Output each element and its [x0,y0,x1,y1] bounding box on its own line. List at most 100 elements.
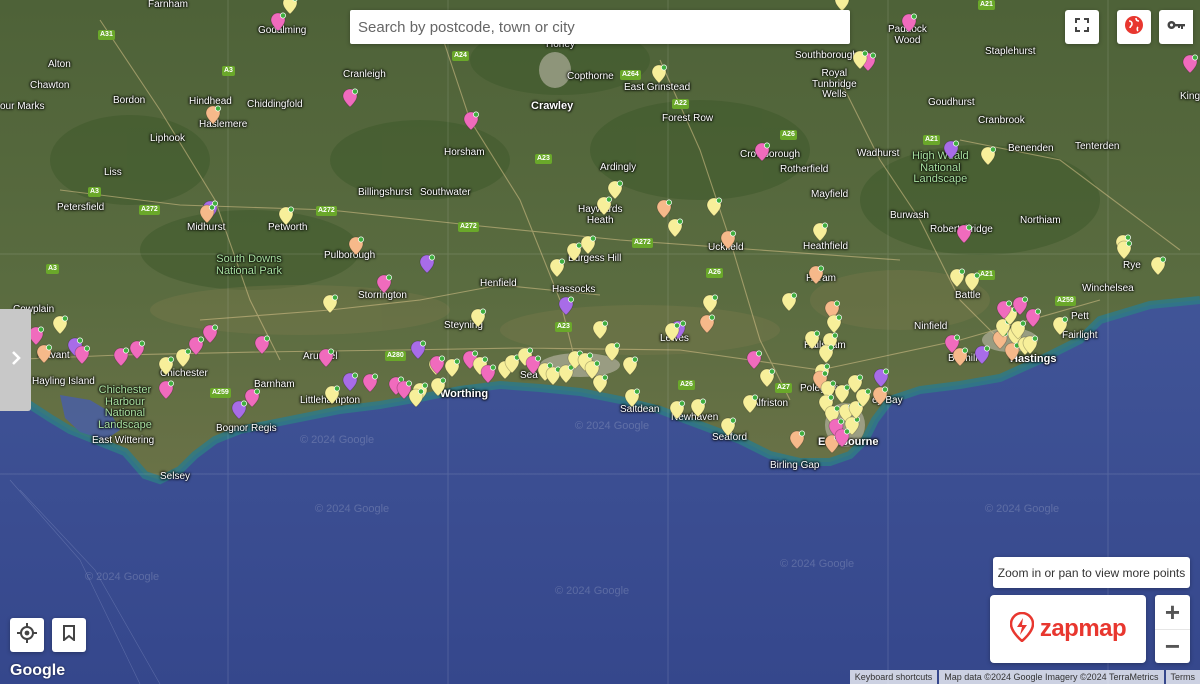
charger-pin-icon[interactable] [702,294,718,314]
charger-pin-icon[interactable] [1010,320,1026,340]
charger-pin-icon[interactable] [470,308,486,328]
locate-me-button[interactable] [10,618,44,652]
charger-pin-icon[interactable] [742,394,758,414]
charger-pin-icon[interactable] [604,342,620,362]
charger-pin-icon[interactable] [826,314,842,334]
charger-pin-icon[interactable] [376,274,392,294]
fullscreen-button[interactable] [1065,10,1099,44]
charger-pin-icon[interactable] [720,417,736,437]
charger-pin-icon[interactable] [1150,256,1166,276]
charger-pin-icon[interactable] [720,230,736,250]
bookmark-button[interactable] [52,618,86,652]
charger-pin-icon[interactable] [158,380,174,400]
charger-pin-icon[interactable] [949,268,965,288]
town-label: Heathfield [803,241,849,252]
charger-pin-icon[interactable] [596,196,612,216]
zoom-out-button[interactable]: − [1155,629,1190,663]
fullscreen-icon [1075,17,1089,37]
charger-pin-icon[interactable] [781,292,797,312]
charger-pin-icon[interactable] [789,430,805,450]
charger-pin-icon[interactable] [622,356,638,376]
charger-pin-icon[interactable] [270,12,286,32]
charger-pin-icon[interactable] [855,388,871,408]
charger-pin-icon[interactable] [342,372,358,392]
charger-pin-icon[interactable] [669,400,685,420]
side-panel-toggle[interactable] [0,309,31,411]
search-input[interactable] [358,18,842,36]
keyboard-shortcuts-link[interactable]: Keyboard shortcuts [849,670,938,684]
charger-pin-icon[interactable] [852,50,868,70]
charger-pin-icon[interactable] [480,364,496,384]
charger-pin-icon[interactable] [74,345,90,365]
charger-pin-icon[interactable] [324,385,340,405]
charger-pin-icon[interactable] [964,272,980,292]
charger-pin-icon[interactable] [872,386,888,406]
map-layers-button[interactable] [1117,10,1151,44]
town-label: East Grinstead [624,82,691,93]
charger-pin-icon[interactable] [592,320,608,340]
charger-pin-icon[interactable] [202,324,218,344]
charger-pin-icon[interactable] [408,388,424,408]
charger-pin-icon[interactable] [808,265,824,285]
charger-pin-icon[interactable] [974,345,990,365]
charger-pin-icon[interactable] [944,334,960,354]
charger-pin-icon[interactable] [429,355,445,375]
charger-pin-icon[interactable] [754,142,770,162]
charger-pin-icon[interactable] [667,218,683,238]
key-button[interactable] [1159,10,1193,44]
charger-pin-icon[interactable] [996,300,1012,320]
charger-pin-icon[interactable] [759,368,775,388]
charger-pin-icon[interactable] [342,88,358,108]
charger-pin-icon[interactable] [699,314,715,334]
charger-pin-icon[interactable] [410,340,426,360]
road-shield: A22 [672,99,689,109]
search-bar[interactable] [350,10,850,44]
charger-pin-icon[interactable] [818,344,834,364]
charger-pin-icon[interactable] [444,358,460,378]
charger-pin-icon[interactable] [834,428,850,448]
charger-pin-icon[interactable] [244,388,260,408]
charger-pin-icon[interactable] [199,204,215,224]
zoom-in-button[interactable]: + [1155,595,1190,629]
charger-pin-icon[interactable] [980,146,996,166]
charger-pin-icon[interactable] [943,140,959,160]
charger-pin-icon[interactable] [318,348,334,368]
charger-pin-icon[interactable] [651,64,667,84]
charger-pin-icon[interactable] [901,13,917,33]
charger-pin-icon[interactable] [430,377,446,397]
charger-pin-icon[interactable] [463,111,479,131]
charger-pin-icon[interactable] [322,294,338,314]
watermark: © 2024 Google [85,571,160,583]
terms-link[interactable]: Terms [1165,670,1200,684]
charger-pin-icon[interactable] [1012,296,1028,316]
charger-pin-icon[interactable] [746,350,762,370]
charger-pin-icon[interactable] [113,347,129,367]
charger-pin-icon[interactable] [812,222,828,242]
charger-pin-icon[interactable] [254,335,270,355]
charger-pin-icon[interactable] [1182,54,1198,74]
charger-pin-icon[interactable] [129,340,145,360]
charger-pin-icon[interactable] [804,330,820,350]
charger-pin-icon[interactable] [52,315,68,335]
charger-pin-icon[interactable] [558,296,574,316]
charger-pin-icon[interactable] [158,356,174,376]
zapmap-logo[interactable]: zapmap [990,595,1146,663]
charger-pin-icon[interactable] [549,258,565,278]
charger-pin-icon[interactable] [690,398,706,418]
charger-pin-icon[interactable] [419,254,435,274]
charger-pin-icon[interactable] [706,197,722,217]
charger-pin-icon[interactable] [36,344,52,364]
charger-pin-icon[interactable] [624,388,640,408]
charger-pin-icon[interactable] [362,373,378,393]
charger-pin-icon[interactable] [205,105,221,125]
charger-pin-icon[interactable] [664,322,680,342]
charger-pin-icon[interactable] [1052,316,1068,336]
charger-pin-icon[interactable] [580,235,596,255]
charger-pin-icon[interactable] [873,368,889,388]
charger-pin-icon[interactable] [956,224,972,244]
charger-pin-icon[interactable] [348,236,364,256]
charger-pin-icon[interactable] [656,199,672,219]
charger-pin-icon[interactable] [592,374,608,394]
charger-pin-icon[interactable] [1116,240,1132,260]
charger-pin-icon[interactable] [278,206,294,226]
